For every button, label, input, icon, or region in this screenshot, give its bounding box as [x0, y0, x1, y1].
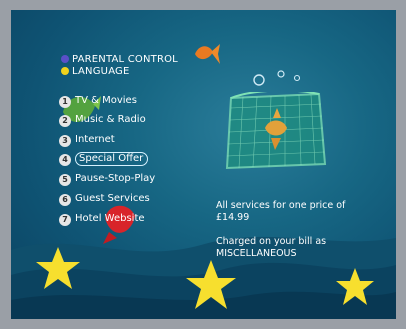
menu-item-hotel-website[interactable]: 7 Hotel Website — [59, 213, 145, 229]
billing-category: MISCELLANEOUS — [216, 248, 297, 259]
offer-description: All services for one price of £14.99 — [216, 200, 345, 224]
number-badge: 4 — [59, 154, 71, 166]
yellow-dot-icon — [61, 67, 69, 75]
menu-item-label: TV & Movies — [75, 95, 137, 106]
menu-item-label: Internet — [75, 134, 115, 145]
menu-item-music-radio[interactable]: 2 Music & Radio — [59, 114, 146, 130]
orange-fish-icon — [195, 44, 220, 64]
menu-item-label: Pause-Stop-Play — [75, 173, 156, 184]
billing-note: Charged on your bill as MISCELLANEOUS — [216, 236, 326, 260]
star-icon — [186, 260, 236, 309]
menu-item-label: Special Offer — [75, 152, 149, 166]
language-link[interactable]: LANGUAGE — [61, 66, 130, 77]
bubbles-icon — [253, 70, 301, 86]
menu-item-special-offer[interactable]: 4 Special Offer — [59, 152, 149, 169]
menu-item-pause-stop-play[interactable]: 5 Pause-Stop-Play — [59, 173, 155, 189]
menu-item-guest-services[interactable]: 6 Guest Services — [59, 193, 150, 209]
offer-price: £14.99 — [216, 212, 250, 223]
fish-in-net-icon — [225, 92, 327, 170]
purple-dot-icon — [61, 55, 69, 63]
parental-control-label: PARENTAL CONTROL — [72, 54, 178, 65]
menu-item-tv-movies[interactable]: 1 TV & Movies — [59, 95, 137, 111]
number-badge: 3 — [59, 135, 71, 147]
number-badge: 2 — [59, 115, 71, 127]
billing-line: Charged on your bill as — [216, 236, 327, 247]
star-icon — [336, 268, 374, 305]
language-label: LANGUAGE — [72, 66, 130, 77]
offer-line1: All services for one price of — [216, 200, 346, 211]
number-badge: 7 — [59, 214, 71, 226]
menu-item-internet[interactable]: 3 Internet — [59, 134, 115, 150]
menu-item-label: Music & Radio — [75, 114, 146, 125]
menu-item-label: Guest Services — [75, 193, 150, 204]
tv-menu-screen: PARENTAL CONTROL LANGUAGE 1 TV & Movies 2… — [11, 10, 396, 319]
star-icon — [36, 247, 80, 289]
parental-control-link[interactable]: PARENTAL CONTROL — [61, 54, 178, 65]
number-badge: 6 — [59, 194, 71, 206]
number-badge: 5 — [59, 174, 71, 186]
menu-item-label: Hotel Website — [75, 213, 145, 224]
number-badge: 1 — [59, 96, 71, 108]
